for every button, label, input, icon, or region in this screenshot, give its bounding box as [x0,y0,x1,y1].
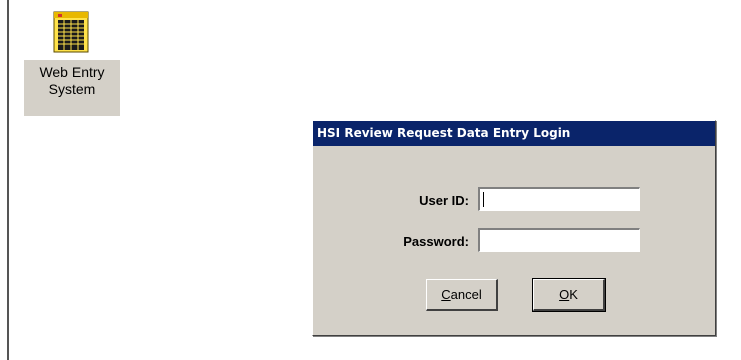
spreadsheet-icon [52,10,92,54]
login-dialog: HSI Review Request Data Entry Login User… [312,120,716,336]
dialog-title: HSI Review Request Data Entry Login [317,126,571,140]
password-label: Password: [403,234,469,249]
cancel-mnemonic: C [441,287,451,302]
user-id-label: User ID: [419,193,469,208]
icon-label-line-2: System [48,81,96,97]
left-divider-line [7,0,9,360]
cancel-button[interactable]: Cancel [426,279,498,311]
icon-label: Web Entry System [24,60,120,116]
icon-label-line-1: Web Entry [39,64,105,80]
cancel-label-rest: ancel [450,287,482,302]
user-id-input[interactable] [477,186,641,212]
password-input[interactable] [477,227,641,253]
ok-mnemonic: O [559,287,570,302]
ok-label-rest: K [569,287,578,302]
ok-button[interactable]: OK [533,279,605,311]
text-cursor [483,192,484,207]
dialog-title-bar[interactable]: HSI Review Request Data Entry Login [313,121,715,146]
web-entry-system-shortcut[interactable]: Web Entry System [24,10,120,116]
